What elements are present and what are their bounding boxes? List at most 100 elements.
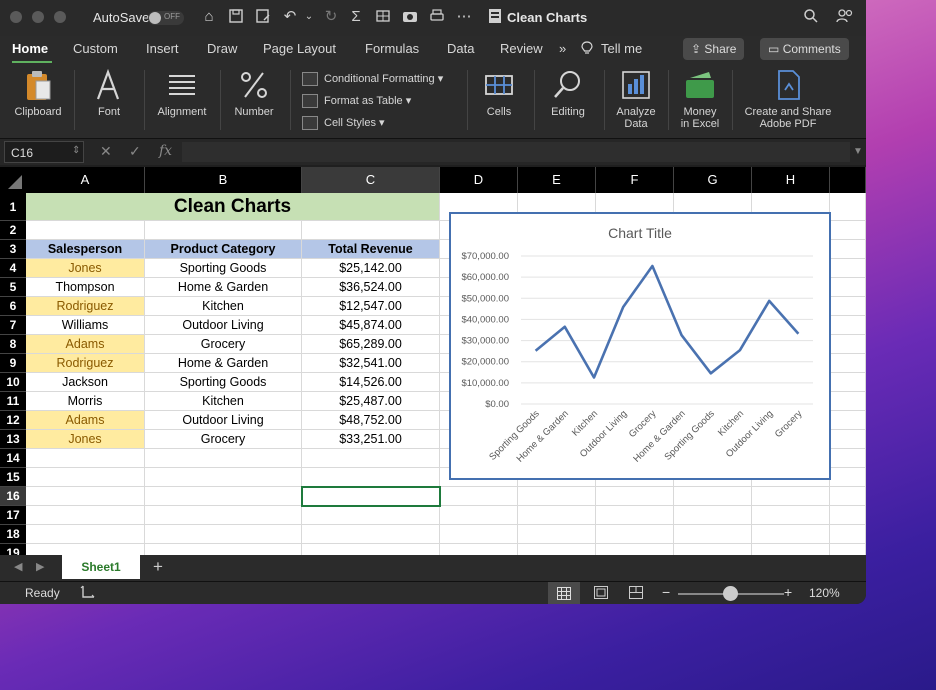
row-header-12[interactable]: 12	[0, 411, 26, 430]
cell[interactable]	[752, 487, 830, 506]
cell[interactable]	[145, 221, 302, 240]
cell[interactable]	[302, 506, 440, 525]
row-header-1[interactable]: 1	[0, 193, 26, 221]
cell[interactable]	[440, 525, 518, 544]
editing-group[interactable]: Editing	[544, 68, 592, 118]
row-header-2[interactable]: 2	[0, 221, 26, 240]
autosave-toggle[interactable]: OFF	[148, 11, 184, 25]
cell[interactable]	[302, 525, 440, 544]
data-cell[interactable]: $25,487.00	[302, 392, 440, 411]
data-cell[interactable]: Jackson	[26, 373, 145, 392]
cell[interactable]	[830, 221, 866, 240]
cell[interactable]	[596, 487, 674, 506]
data-cell[interactable]: Outdoor Living	[145, 411, 302, 430]
data-cell[interactable]: Thompson	[26, 278, 145, 297]
cell[interactable]	[518, 525, 596, 544]
row-header-9[interactable]: 9	[0, 354, 26, 373]
row-header-11[interactable]: 11	[0, 392, 26, 411]
row-header-7[interactable]: 7	[0, 316, 26, 335]
row-header-3[interactable]: 3	[0, 240, 26, 259]
data-cell[interactable]: Jones	[26, 259, 145, 278]
accessibility-icon[interactable]	[80, 584, 96, 603]
zoom-window-button[interactable]	[54, 11, 66, 23]
data-cell[interactable]: Home & Garden	[145, 278, 302, 297]
prev-sheet-icon[interactable]: ◀	[14, 560, 22, 573]
cell[interactable]	[830, 240, 866, 259]
tab-data[interactable]: Data	[447, 41, 474, 56]
data-cell[interactable]: Rodriguez	[26, 297, 145, 316]
redo-icon[interactable]: ↻	[322, 8, 340, 26]
cell[interactable]	[830, 259, 866, 278]
create-adobe-pdf-button[interactable]: Create and Share Adobe PDF	[742, 68, 834, 130]
cell[interactable]	[145, 468, 302, 487]
cell[interactable]	[518, 487, 596, 506]
data-cell[interactable]: Jones	[26, 430, 145, 449]
undo-icon[interactable]: ↶	[281, 8, 299, 26]
column-header-d[interactable]: D	[440, 167, 518, 193]
cell[interactable]	[440, 487, 518, 506]
save-as-icon[interactable]	[254, 8, 272, 26]
more-icon[interactable]: ⋯	[455, 8, 473, 26]
row-header-4[interactable]: 4	[0, 259, 26, 278]
tab-custom[interactable]: Custom	[73, 41, 118, 56]
home-icon[interactable]: ⌂	[200, 8, 218, 26]
save-icon[interactable]	[227, 8, 245, 26]
data-cell[interactable]: Grocery	[145, 430, 302, 449]
cell[interactable]	[302, 544, 440, 555]
cancel-entry-icon[interactable]: ✕	[100, 143, 112, 160]
column-header-b[interactable]: B	[145, 167, 302, 193]
format-as-table-button[interactable]: Format as Table ▾	[302, 94, 411, 109]
data-cell[interactable]: $32,541.00	[302, 354, 440, 373]
tab-formulas[interactable]: Formulas	[365, 41, 419, 56]
cell[interactable]	[830, 525, 866, 544]
cell[interactable]	[752, 544, 830, 555]
cell[interactable]	[518, 506, 596, 525]
cell[interactable]	[518, 544, 596, 555]
share-button[interactable]: ⇪ Share	[683, 38, 745, 60]
confirm-entry-icon[interactable]: ✓	[129, 143, 141, 160]
normal-view-button[interactable]	[548, 582, 580, 604]
cell[interactable]	[674, 525, 752, 544]
data-cell[interactable]: Home & Garden	[145, 354, 302, 373]
data-cell[interactable]: $25,142.00	[302, 259, 440, 278]
tab-review[interactable]: Review	[500, 41, 543, 56]
minimize-window-button[interactable]	[32, 11, 44, 23]
row-header-14[interactable]: 14	[0, 449, 26, 468]
cell[interactable]	[145, 506, 302, 525]
column-header-blank[interactable]	[830, 167, 866, 193]
data-cell[interactable]: Sporting Goods	[145, 373, 302, 392]
cell[interactable]	[830, 193, 866, 221]
zoom-in-button[interactable]: +	[784, 584, 792, 600]
cell[interactable]	[145, 487, 302, 506]
tab-draw[interactable]: Draw	[207, 41, 237, 56]
row-header-17[interactable]: 17	[0, 506, 26, 525]
conditional-formatting-button[interactable]: Conditional Formatting ▾	[302, 72, 443, 87]
row-header-18[interactable]: 18	[0, 525, 26, 544]
data-cell[interactable]: $45,874.00	[302, 316, 440, 335]
column-header-f[interactable]: F	[596, 167, 674, 193]
data-cell[interactable]: Sporting Goods	[145, 259, 302, 278]
cell[interactable]	[830, 468, 866, 487]
add-sheet-button[interactable]: +	[153, 557, 163, 577]
cell-styles-button[interactable]: Cell Styles ▾	[302, 116, 385, 131]
cell[interactable]	[830, 430, 866, 449]
data-cell[interactable]: Rodriguez	[26, 354, 145, 373]
cell[interactable]	[145, 544, 302, 555]
data-cell[interactable]: $65,289.00	[302, 335, 440, 354]
cell[interactable]	[26, 544, 145, 555]
cell[interactable]	[26, 221, 145, 240]
data-cell[interactable]: Outdoor Living	[145, 316, 302, 335]
cell[interactable]	[830, 411, 866, 430]
cell[interactable]	[830, 487, 866, 506]
cell[interactable]	[596, 544, 674, 555]
cell[interactable]	[752, 506, 830, 525]
cell[interactable]	[596, 525, 674, 544]
line-chart[interactable]: Chart Title $0.00 $10,000.00 $20,000.00 $30,…	[449, 212, 831, 480]
cell[interactable]	[830, 506, 866, 525]
cell[interactable]	[830, 373, 866, 392]
row-header-19[interactable]: 19	[0, 544, 26, 555]
close-window-button[interactable]	[10, 11, 22, 23]
cell[interactable]	[674, 544, 752, 555]
selected-cell-c16[interactable]	[301, 486, 441, 507]
data-cell[interactable]: $48,752.00	[302, 411, 440, 430]
